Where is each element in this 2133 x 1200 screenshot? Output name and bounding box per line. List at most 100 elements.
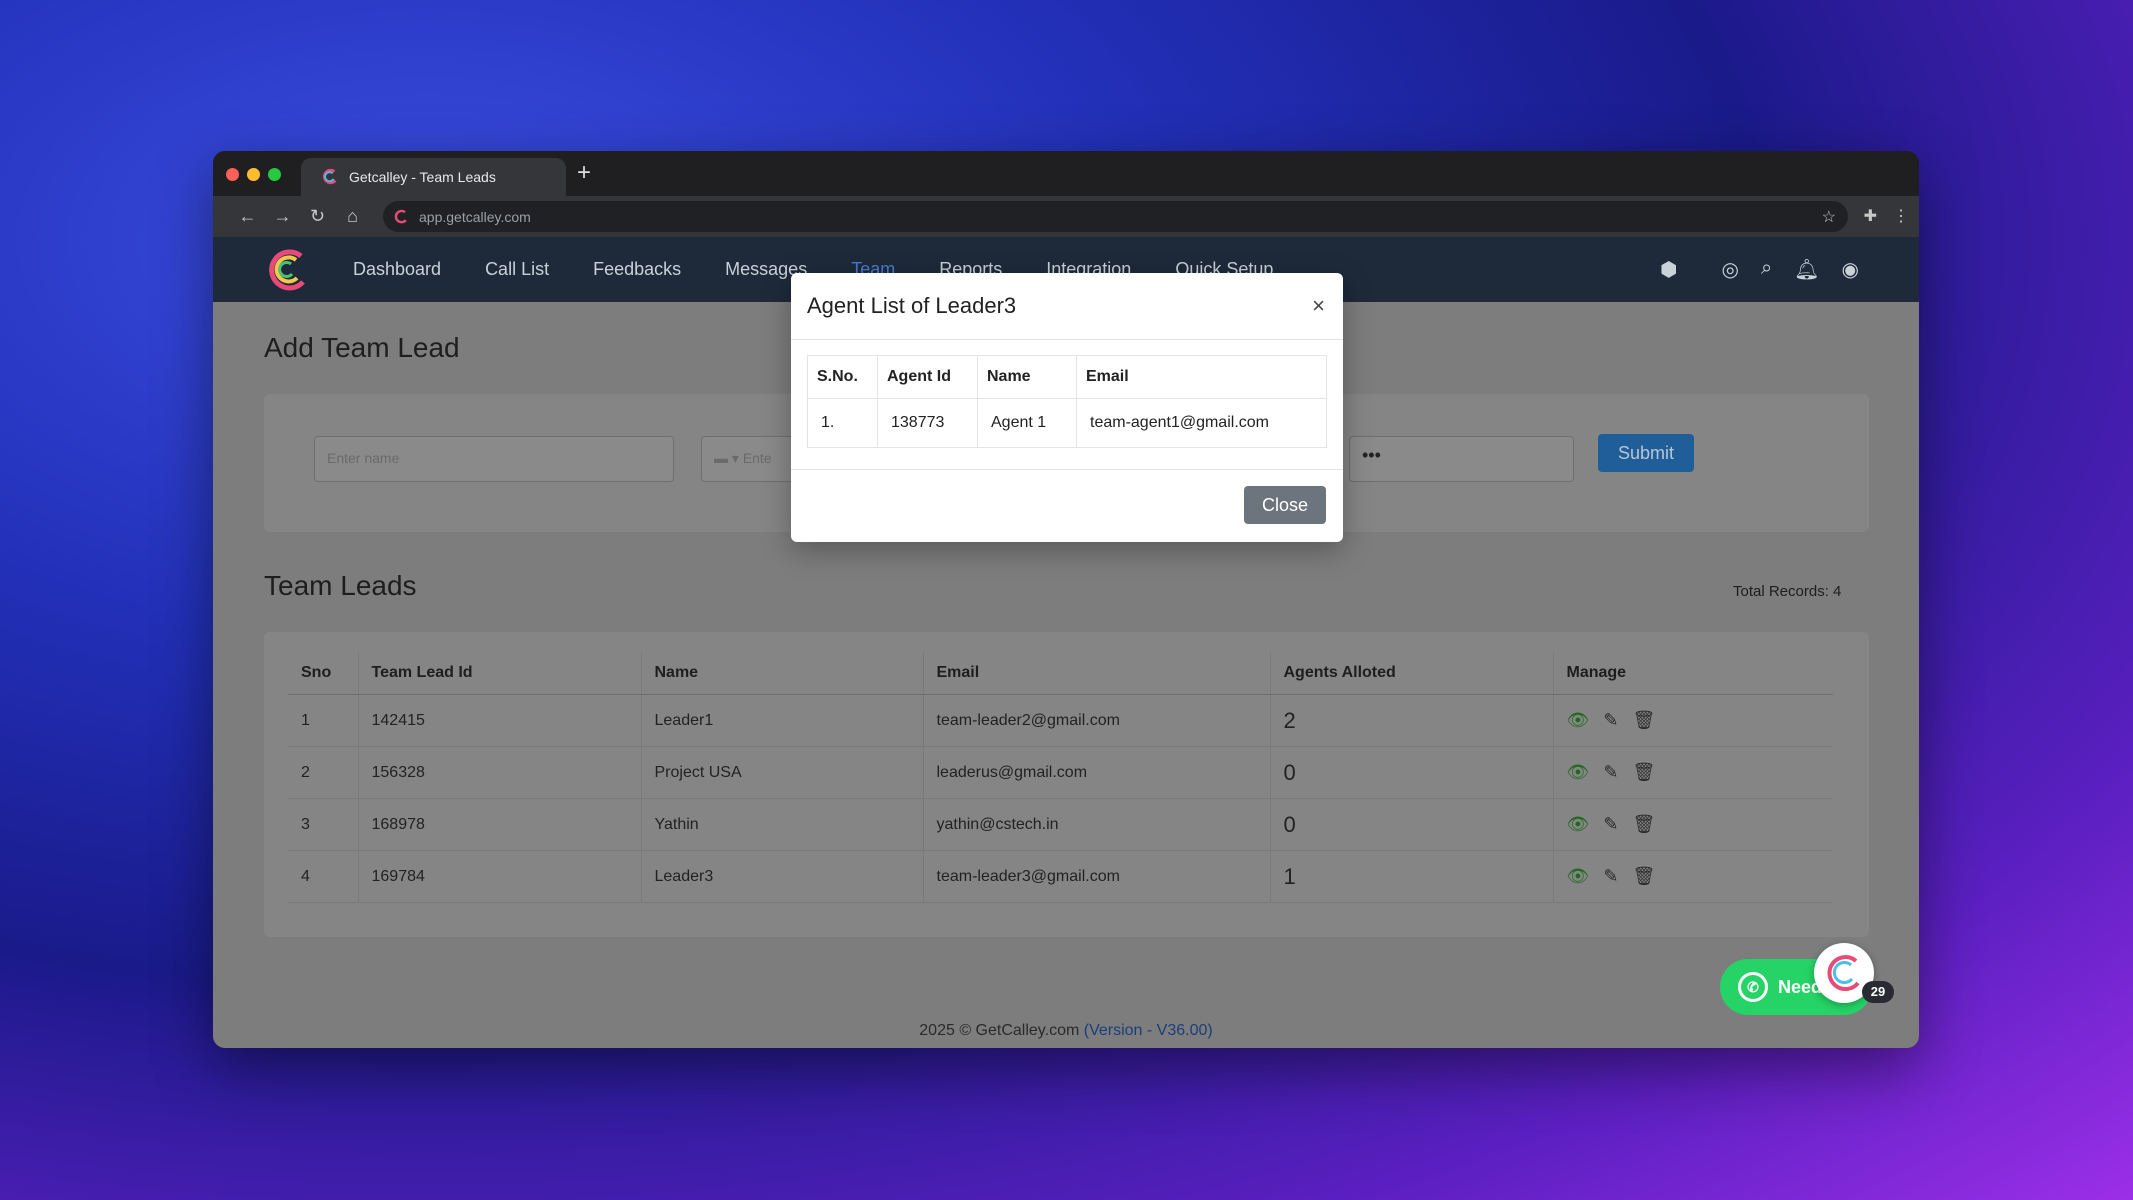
agent-name: Agent 1 [977, 398, 1077, 448]
cell-id: 168978 [357, 798, 641, 851]
browser-menu-icon[interactable]: ⋮ [1893, 206, 1909, 226]
bell-icon[interactable]: 🔔︎ [1794, 257, 1819, 282]
view-icon[interactable]: 👁︎ [1567, 762, 1590, 783]
notification-badge: 29 [1862, 981, 1894, 1003]
column-header: Manage [1552, 652, 1833, 695]
minimize-window-button[interactable] [247, 168, 260, 181]
support-icon[interactable]: ◎ [1722, 257, 1739, 282]
back-icon[interactable]: ← [230, 206, 265, 227]
cell-email: team-leader2@gmail.com [922, 694, 1270, 747]
column-header: Email [922, 652, 1270, 695]
nav-link-feedbacks[interactable]: Feedbacks [571, 259, 703, 280]
calley-logo[interactable] [263, 246, 311, 294]
cell-id: 156328 [357, 746, 641, 799]
cell-agents: 0 [1269, 746, 1553, 799]
whatsapp-icon: ✆ [1738, 972, 1768, 1002]
agent-sno: 1. [807, 398, 878, 448]
cell-id: 142415 [357, 694, 641, 747]
cell-manage: 👁︎ ✎ 🗑︎ [1552, 798, 1833, 851]
table-row: 4 169784 Leader3 team-leader3@gmail.com 1 👁︎ ✎… [288, 850, 1833, 903]
nav-link-call-list[interactable]: Call List [463, 259, 571, 280]
cell-name: Leader3 [640, 850, 923, 903]
browser-tab[interactable]: Getcalley - Team Leads [301, 158, 566, 196]
site-favicon-icon [394, 209, 407, 223]
team-leads-card: Sno Team Lead Id Name Email Agents Allot… [264, 632, 1869, 937]
edit-icon[interactable]: ✎ [1603, 762, 1618, 783]
total-records: Total Records: 4 [1733, 583, 1842, 600]
cell-agents: 2 [1269, 694, 1553, 747]
phone-placeholder: Ente [742, 450, 772, 466]
cell-sno: 2 [288, 746, 358, 799]
view-icon[interactable]: 👁︎ [1567, 866, 1590, 887]
table-row: 2 156328 Project USA leaderus@gmail.com 0 👁︎ ✎… [288, 746, 1833, 799]
tab-title: Getcalley - Team Leads [349, 169, 496, 185]
column-header: S.No. [807, 355, 878, 399]
password-input[interactable]: ••• [1349, 436, 1574, 482]
team-leads-title: Team Leads [264, 570, 417, 601]
column-header: Agent Id [877, 355, 978, 399]
cell-sno: 1 [288, 694, 358, 747]
maximize-window-button[interactable] [268, 168, 281, 181]
reload-icon[interactable]: ↻ [300, 206, 335, 227]
column-header: Team Lead Id [357, 652, 641, 695]
cell-manage: 👁︎ ✎ 🗑︎ [1552, 694, 1833, 747]
agent-id: 138773 [877, 398, 978, 448]
agent-header-row: S.No. Agent Id Name Email [807, 355, 1327, 399]
cell-id: 169784 [357, 850, 641, 903]
calley-favicon-icon [322, 168, 337, 185]
column-header: Name [640, 652, 923, 695]
user-icon[interactable]: ◉ [1842, 257, 1859, 282]
cell-email: yathin@cstech.in [922, 798, 1270, 851]
edit-icon[interactable]: ✎ [1603, 866, 1618, 887]
address-bar[interactable]: app.getcalley.com ☆ [383, 201, 1848, 232]
cell-manage: 👁︎ ✎ 🗑︎ [1552, 746, 1833, 799]
cell-agents: 1 [1269, 850, 1553, 903]
edit-icon[interactable]: ✎ [1603, 710, 1618, 731]
new-tab-button[interactable]: + [577, 159, 591, 187]
android-icon[interactable]: ⬢ [1660, 257, 1677, 282]
cell-email: team-leader3@gmail.com [922, 850, 1270, 903]
agent-list-modal: Agent List of Leader3 × S.No. Agent Id N… [791, 273, 1343, 542]
extensions-icon[interactable]: ✚ [1864, 206, 1877, 226]
nav-link-dashboard[interactable]: Dashboard [331, 259, 463, 280]
submit-button[interactable]: Submit [1598, 434, 1694, 472]
modal-header-divider [791, 339, 1343, 340]
modal-close-icon[interactable]: × [1312, 293, 1325, 319]
table-row: 1 142415 Leader1 team-leader2@gmail.com 2 👁︎ ✎… [288, 694, 1833, 747]
agent-row: 1. 138773 Agent 1 team-agent1@gmail.com [807, 398, 1327, 448]
bookmark-star-icon[interactable]: ☆ [1822, 207, 1836, 227]
home-icon[interactable]: ⌂ [335, 206, 370, 227]
nav-icon-group: ⬢ ◎ ⌕ 🔔︎ ◉ [1660, 257, 1859, 282]
view-icon[interactable]: 👁︎ [1567, 710, 1590, 731]
modal-footer-divider [791, 469, 1343, 470]
edit-icon[interactable]: ✎ [1603, 814, 1618, 835]
version-link[interactable]: (Version - V36.00) [1084, 1022, 1213, 1039]
close-button[interactable]: Close [1244, 486, 1326, 524]
column-header: Sno [288, 652, 358, 695]
column-header: Name [977, 355, 1077, 399]
cell-name: Leader1 [640, 694, 923, 747]
add-team-lead-title: Add Team Lead [264, 332, 460, 363]
india-flag-icon[interactable]: ▬ ▾ [714, 450, 743, 466]
column-header: Agents Alloted [1269, 652, 1553, 695]
cell-agents: 0 [1269, 798, 1553, 851]
close-window-button[interactable] [226, 168, 239, 181]
forward-icon[interactable]: → [265, 206, 300, 227]
delete-icon[interactable]: 🗑︎ [1632, 710, 1655, 731]
agent-table: S.No. Agent Id Name Email 1. 138773 Agen… [807, 355, 1327, 448]
modal-title: Agent List of Leader3 [807, 293, 1017, 318]
delete-icon[interactable]: 🗑︎ [1632, 814, 1655, 835]
table-header-row: Sno Team Lead Id Name Email Agents Allot… [288, 652, 1833, 695]
cell-name: Yathin [640, 798, 923, 851]
cell-manage: 👁︎ ✎ 🗑︎ [1552, 850, 1833, 903]
view-icon[interactable]: 👁︎ [1567, 814, 1590, 835]
delete-icon[interactable]: 🗑︎ [1632, 762, 1655, 783]
name-input[interactable]: Enter name [314, 436, 674, 482]
cell-sno: 3 [288, 798, 358, 851]
url-text: app.getcalley.com [419, 208, 531, 225]
footer: 2025 © GetCalley.com (Version - V36.00) [213, 1022, 1919, 1040]
search-icon[interactable]: ⌕ [1761, 257, 1772, 282]
team-leads-table: Sno Team Lead Id Name Email Agents Allot… [288, 652, 1833, 903]
cell-sno: 4 [288, 850, 358, 903]
delete-icon[interactable]: 🗑︎ [1632, 866, 1655, 887]
